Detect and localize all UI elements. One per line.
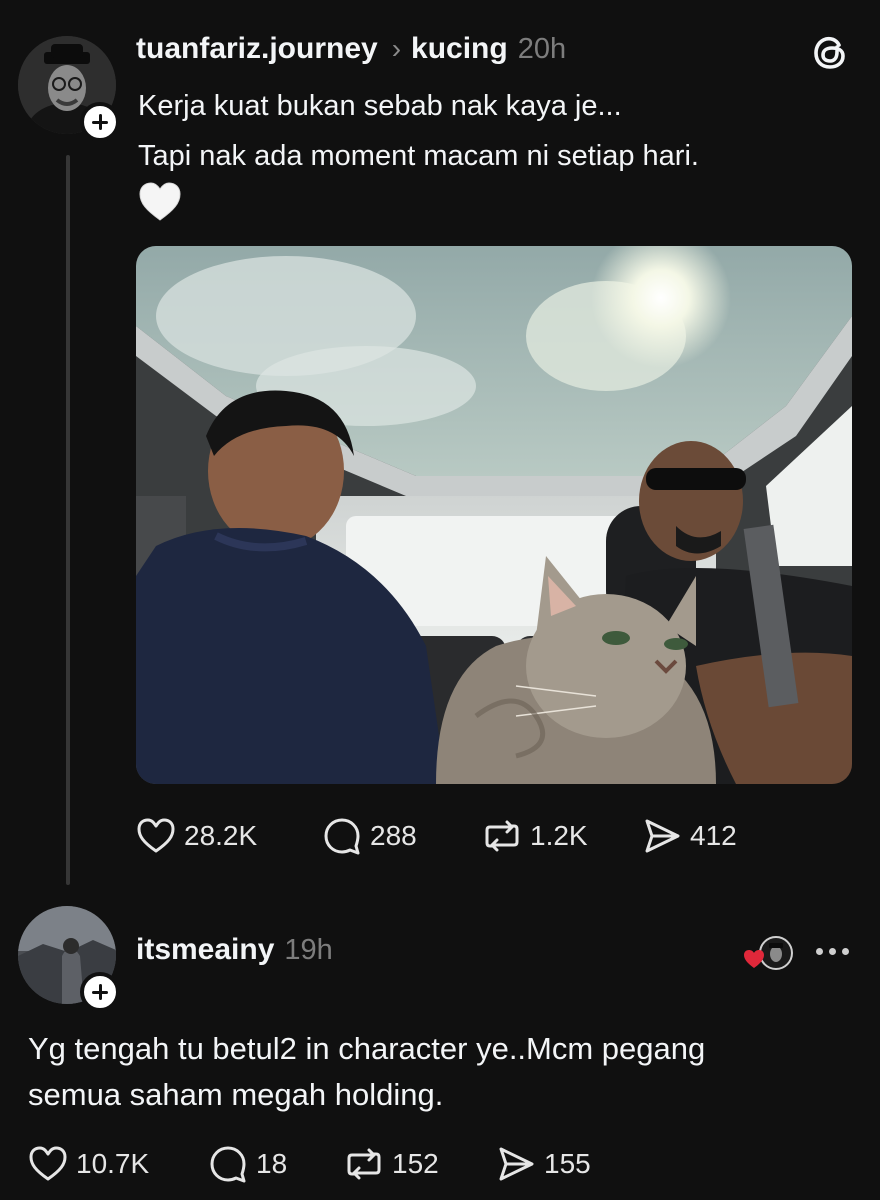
comment-icon <box>324 818 360 855</box>
reply-header: itsmeainy 19h <box>136 933 333 967</box>
reply-repost-count: 152 <box>392 1148 439 1179</box>
white-heart-emoji-icon <box>139 182 181 221</box>
liked-by-author-indicator[interactable] <box>744 934 794 972</box>
reply-text: Yg tengah tu betul2 in character ye..Mcm… <box>28 1026 705 1118</box>
reply-share-count: 155 <box>544 1148 591 1179</box>
post-timestamp: 20h <box>517 33 567 65</box>
post-actions: 28.2K 288 1.2K 412 <box>136 816 737 856</box>
comment-button[interactable]: 288 <box>322 816 482 856</box>
heart-icon <box>137 818 175 853</box>
liked-heart-icon <box>744 950 764 968</box>
reply-text-line-2: semua saham megah holding. <box>28 1077 444 1112</box>
reply-like-button[interactable]: 10.7K <box>28 1144 208 1184</box>
threads-logo-icon[interactable] <box>808 30 852 74</box>
share-icon <box>499 1147 534 1181</box>
reply-username[interactable]: itsmeainy <box>136 933 274 967</box>
post-header: tuanfariz.journey › kucing 20h <box>136 32 566 66</box>
topic-tag[interactable]: kucing <box>411 32 508 66</box>
more-options-icon[interactable] <box>816 948 849 955</box>
repost-count: 1.2K <box>530 820 588 851</box>
reply-comment-button[interactable]: 18 <box>208 1144 344 1184</box>
topic-chevron-icon: › <box>391 33 402 64</box>
reply-text-line-1: Yg tengah tu betul2 in character ye..Mcm… <box>28 1031 706 1066</box>
repost-icon <box>347 1148 381 1180</box>
reply-repost-button[interactable]: 152 <box>344 1144 496 1184</box>
heart-icon <box>29 1146 67 1181</box>
more-dot <box>829 948 836 955</box>
like-button[interactable]: 28.2K <box>136 816 322 856</box>
comment-icon <box>210 1146 246 1183</box>
repost-button[interactable]: 1.2K <box>482 816 642 856</box>
comment-count: 288 <box>370 820 417 851</box>
share-count: 412 <box>690 820 737 851</box>
follow-author-button[interactable] <box>80 102 120 142</box>
more-dot <box>842 948 849 955</box>
thread-connector-line <box>66 155 70 885</box>
reply-actions: 10.7K 18 152 155 <box>28 1144 591 1184</box>
post-text-line-1: Kerja kuat bukan sebab nak kaya je... <box>138 90 622 122</box>
more-dot <box>816 948 823 955</box>
follow-reply-author-button[interactable] <box>80 972 120 1012</box>
reply-like-count: 10.7K <box>76 1148 150 1179</box>
share-button[interactable]: 412 <box>642 816 737 856</box>
author-username[interactable]: tuanfariz.journey <box>136 32 378 66</box>
repost-icon <box>485 820 519 852</box>
reply-timestamp: 19h <box>284 934 333 966</box>
post-text-line-2: Tapi nak ada moment macam ni setiap hari… <box>138 140 699 172</box>
reply-comment-count: 18 <box>256 1148 288 1179</box>
reply-share-button[interactable]: 155 <box>496 1144 591 1184</box>
like-count: 28.2K <box>184 820 258 851</box>
post-photo[interactable] <box>136 246 852 784</box>
share-icon <box>645 819 680 853</box>
